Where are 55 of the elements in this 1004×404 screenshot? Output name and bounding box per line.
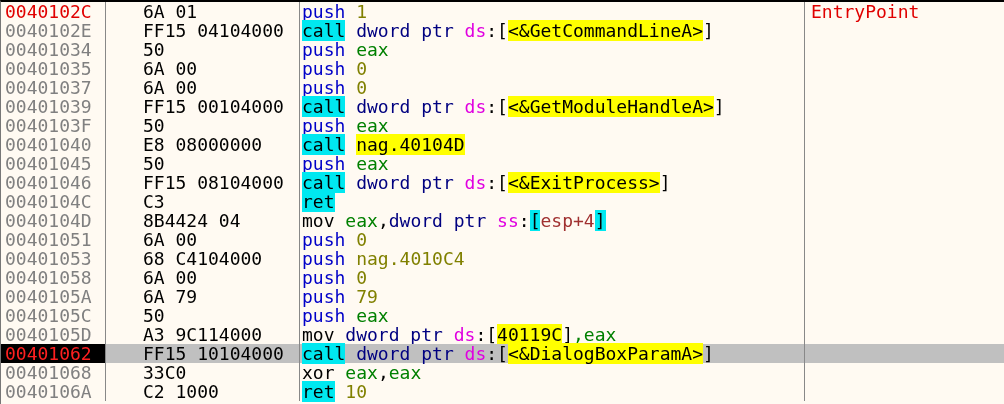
bytes-text: FF15 08104000 (143, 172, 284, 193)
instruction-text: call dword ptr ds:[<&GetModuleHandleA>] (302, 96, 725, 117)
address-text[interactable]: 00401035 (5, 58, 92, 79)
bytes-text: 8B4424 04 (143, 210, 241, 231)
address-text[interactable]: 00401058 (5, 267, 92, 288)
instruction-text: push 1 (302, 2, 368, 22)
bytes-text: 50 (143, 39, 165, 60)
bytes-text: FF15 04104000 (143, 20, 284, 41)
bytes-text: C2 1000 (143, 381, 219, 402)
instruction-text: xor eax,eax (302, 362, 422, 383)
address-text[interactable]: 00401068 (5, 362, 92, 383)
bytes-text: 50 (143, 305, 165, 326)
instruction-text: call dword ptr ds:[<&GetCommandLineA>] (302, 20, 714, 41)
address-text[interactable]: 0040103F (5, 115, 92, 136)
bytes-text: FF15 00104000 (143, 96, 284, 117)
bytes-text: FF15 10104000 (143, 343, 284, 364)
bytes-text: 6A 79 (143, 286, 198, 307)
bytes-text: A3 9C114000 (143, 324, 263, 345)
address-text[interactable]: 0040105D (5, 324, 92, 345)
address-text[interactable]: 00401037 (5, 77, 92, 98)
bytes-text: C3 (143, 191, 165, 212)
address-text[interactable]: 00401039 (5, 96, 92, 117)
bytes-text: 33C0 (143, 362, 187, 383)
bytes-text: 6A 00 (143, 58, 198, 79)
address-text[interactable]: 0040106A (5, 381, 92, 402)
instruction-text: ret 10 (302, 381, 368, 402)
instruction-text: call nag.40104D (302, 134, 465, 155)
address-text[interactable]: 00401046 (5, 172, 92, 193)
bytes-text: 6A 00 (143, 229, 198, 250)
bytes-text: 50 (143, 115, 165, 136)
address-text[interactable]: 00401051 (5, 229, 92, 250)
instruction-text: push 0 (302, 229, 368, 250)
address-text[interactable]: 00401053 (5, 248, 92, 269)
instruction-text: ret (302, 191, 335, 212)
instruction-text: push eax (302, 39, 389, 60)
address-text[interactable]: 0040102E (5, 20, 92, 41)
address-text[interactable]: 0040105C (5, 305, 92, 326)
bytes-text: 6A 00 (143, 267, 198, 288)
instruction-text: call dword ptr ds:[<&ExitProcess>] (302, 172, 671, 193)
bytes-text: 6A 01 (143, 2, 198, 22)
comment-text: EntryPoint (811, 2, 920, 22)
instruction-text: call dword ptr ds:[<&DialogBoxParamA>] (302, 343, 714, 364)
bytes-text: 6A 00 (143, 77, 198, 98)
address-text[interactable]: 00401045 (5, 153, 92, 174)
instruction-text: mov eax,dword ptr ss:[esp+4] (302, 210, 606, 231)
instruction-text: push eax (302, 115, 389, 136)
bytes-text: 50 (143, 153, 165, 174)
address-text[interactable]: 00401040 (5, 134, 92, 155)
bytes-text: 68 C4104000 (143, 248, 263, 269)
address-text[interactable]: 0040104C (5, 191, 92, 212)
address-text[interactable]: 0040102C (5, 2, 92, 22)
address-text[interactable]: 0040104D (5, 210, 92, 231)
address-text[interactable]: 0040105A (5, 286, 92, 307)
bytes-text: E8 08000000 (143, 134, 263, 155)
address-text[interactable]: 00401034 (5, 39, 92, 60)
